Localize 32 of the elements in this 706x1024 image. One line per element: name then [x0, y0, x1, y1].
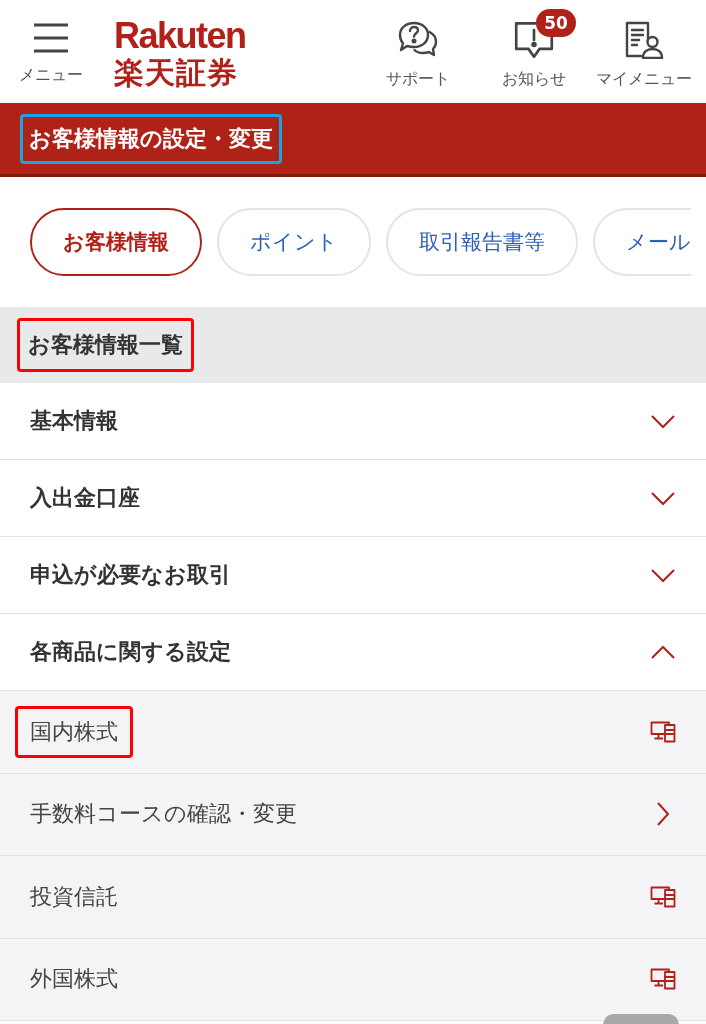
page-title: お客様情報の設定・変更	[29, 124, 273, 153]
submenu-row[interactable]: 国内株式	[0, 691, 706, 774]
menu-button[interactable]: メニュー	[14, 0, 88, 103]
brand-logo-text: Rakuten	[114, 17, 246, 54]
header-action-button[interactable]: 50 お知らせ	[476, 0, 592, 103]
submenu-row[interactable]: 投資信託	[0, 856, 706, 939]
category-tab[interactable]: ポイント	[217, 208, 371, 276]
chevron-down-icon	[650, 413, 676, 429]
profile-document-icon	[624, 21, 664, 59]
chevron-up-icon	[650, 644, 676, 660]
submenu-row[interactable]: 外国株式	[0, 938, 706, 1021]
help-chat-icon	[398, 21, 438, 59]
submenu-label: 外国株式	[30, 965, 118, 994]
section-title: お客様情報一覧	[28, 331, 183, 359]
submenu-row[interactable]: 手数料コースの確認・変更	[0, 773, 706, 856]
chevron-down-icon	[650, 490, 676, 506]
desktop-computer-icon	[650, 720, 676, 743]
category-tab[interactable]: メール	[593, 208, 691, 276]
category-tab[interactable]: お客様情報	[30, 208, 202, 276]
header-action-button[interactable]: マイメニュー	[592, 0, 696, 103]
brand-name-text: 楽天証券	[114, 57, 239, 88]
menu-icon	[34, 23, 68, 53]
submenu-label: 手数料コースの確認・変更	[30, 800, 297, 829]
chevron-down-icon	[650, 567, 676, 583]
desktop-computer-icon	[650, 968, 676, 991]
notification-count-badge: 50	[536, 9, 576, 37]
chevron-right-icon	[656, 801, 670, 828]
desktop-computer-icon	[650, 885, 676, 908]
submenu-label: 国内株式	[30, 717, 118, 746]
submenu-label: 投資信託	[30, 882, 118, 911]
category-tab[interactable]: 取引報告書等	[386, 208, 578, 276]
header-action-button[interactable]: サポート	[360, 0, 476, 103]
